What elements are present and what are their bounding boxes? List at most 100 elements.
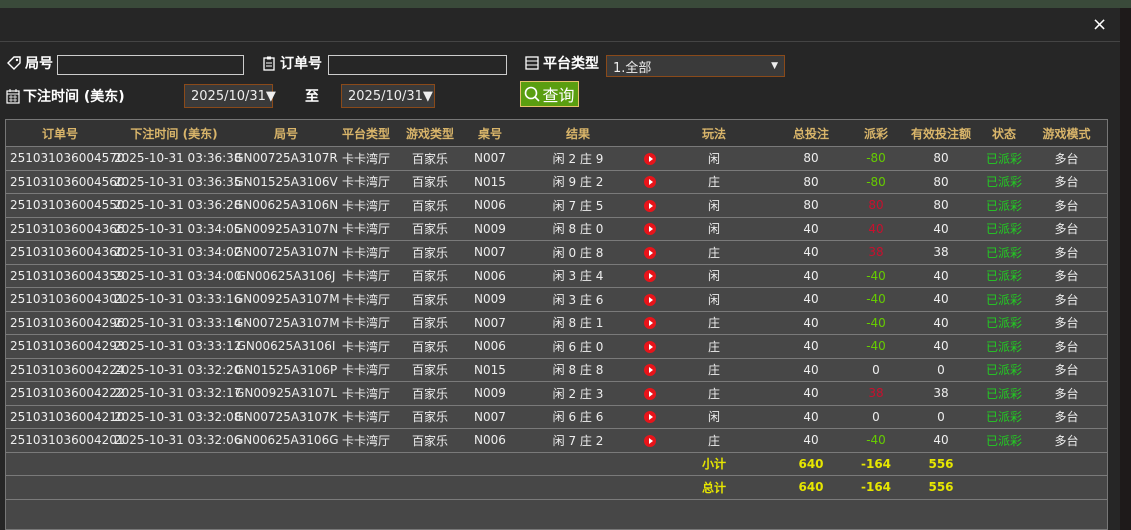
cell-table-no: N006 xyxy=(466,263,514,288)
play-video-icon[interactable] xyxy=(644,434,656,447)
cell-valid-bet: 40 xyxy=(900,263,982,288)
cell-platform: 卡卡湾厅 xyxy=(338,169,394,194)
cell-payout: -80 xyxy=(852,169,900,194)
cell-bet-type: 庄 xyxy=(658,357,770,382)
cell-round-no: GN00725A3107M xyxy=(234,310,340,335)
table-row: 251031036004301 2025-10-31 03:33:16 GN0092… xyxy=(6,287,1107,311)
cell-valid-bet: 38 xyxy=(900,381,982,405)
column-header-status: 状态 xyxy=(982,120,1026,147)
column-header-bet-type: 玩法 xyxy=(658,120,770,147)
play-video-icon[interactable] xyxy=(644,270,656,283)
cell-bet-type: 庄 xyxy=(658,310,770,335)
replay-cell xyxy=(642,334,658,358)
cell-order-no: 251031036004360 xyxy=(6,240,125,264)
cell-valid-bet: 80 xyxy=(900,169,982,194)
cell-total-bet: 40 xyxy=(770,334,852,358)
replay-cell xyxy=(642,357,658,382)
cell-bet-type: 庄 xyxy=(658,240,770,264)
cell-table-no: N006 xyxy=(466,428,514,452)
cell-total-bet: 40 xyxy=(770,381,852,405)
cell-total-bet: 40 xyxy=(770,263,852,288)
cell-game-mode: 多台 xyxy=(1026,287,1107,311)
table-row: 251031036004570 2025-10-31 03:36:38 GN0072… xyxy=(6,146,1107,170)
platform-select[interactable]: 1.全部 ▼ xyxy=(606,55,785,77)
cell-bet-time: 2025-10-31 03:36:28 xyxy=(114,193,241,217)
cell-game-type: 百家乐 xyxy=(394,334,466,358)
cell-order-no: 251031036004201 xyxy=(6,428,125,452)
play-video-icon[interactable] xyxy=(644,199,656,212)
date-to-picker[interactable]: 2025/10/31▼ xyxy=(341,84,435,108)
cell-game-type: 百家乐 xyxy=(394,310,466,335)
play-video-icon[interactable] xyxy=(644,340,656,353)
cell-result: 闲 9 庄 2 xyxy=(514,169,642,194)
column-header-platform: 平台类型 xyxy=(338,120,394,147)
table-row: 251031036004222 2025-10-31 03:32:17 GN0092… xyxy=(6,381,1107,405)
cell-round-no: GN00625A3106J xyxy=(234,263,338,288)
cell-round-no: GN00925A3107L xyxy=(234,381,338,405)
date-from-picker[interactable]: 2025/10/31▼ xyxy=(184,84,276,108)
cell-round-no: GN00625A3106I xyxy=(234,334,338,358)
cell-bet-type: 闲 xyxy=(658,263,770,288)
cell-platform: 卡卡湾厅 xyxy=(338,310,394,335)
replay-cell xyxy=(642,287,658,311)
cell-payout: -40 xyxy=(852,263,900,288)
cell-game-type: 百家乐 xyxy=(394,240,466,264)
cell-round-no: GN00725A3107N xyxy=(234,240,338,264)
play-video-icon[interactable] xyxy=(644,223,656,236)
cell-result: 闲 3 庄 4 xyxy=(514,263,642,288)
play-video-icon[interactable] xyxy=(644,293,656,306)
empty-cell xyxy=(234,475,338,499)
cell-bet-time: 2025-10-31 03:32:06 xyxy=(114,428,241,452)
table-header: 订单号 下注时间 (美东) 局号 平台类型 游戏类型 桌号 结果 玩法 总投注 派彩 有效投注额 状态… xyxy=(6,120,1107,147)
round-input[interactable] xyxy=(57,55,244,75)
empty-cell xyxy=(394,475,466,499)
play-video-icon[interactable] xyxy=(644,364,656,377)
cell-total-bet: 40 xyxy=(770,216,852,241)
empty-cell xyxy=(1026,475,1107,499)
column-header-payout: 派彩 xyxy=(852,120,900,147)
cell-bet-time: 2025-10-31 03:33:16 xyxy=(114,287,241,311)
subtotal-row-label: 小计 xyxy=(658,451,770,476)
total-row-valid-bet: 556 xyxy=(900,475,982,499)
play-video-icon[interactable] xyxy=(644,246,656,259)
cell-game-mode: 多台 xyxy=(1026,428,1107,452)
cell-result: 闲 7 庄 5 xyxy=(514,193,642,217)
order-input[interactable] xyxy=(328,55,507,75)
cell-game-mode: 多台 xyxy=(1026,146,1107,170)
close-button[interactable]: × xyxy=(1092,14,1107,35)
query-button[interactable]: 查询 xyxy=(520,81,579,107)
table-row: 251031036004296 2025-10-31 03:33:14 GN0072… xyxy=(6,310,1107,335)
cell-order-no: 251031036004560 xyxy=(6,169,125,194)
cell-order-no: 251031036004359 xyxy=(6,263,125,288)
replay-cell xyxy=(642,310,658,335)
play-video-icon[interactable] xyxy=(644,317,656,330)
play-video-icon[interactable] xyxy=(644,411,656,424)
cell-game-type: 百家乐 xyxy=(394,146,466,170)
cell-order-no: 251031036004296 xyxy=(6,310,125,335)
cell-platform: 卡卡湾厅 xyxy=(338,381,394,405)
table-row: 251031036004360 2025-10-31 03:34:02 GN0072… xyxy=(6,240,1107,264)
cell-valid-bet: 80 xyxy=(900,146,982,170)
background-game xyxy=(0,0,1131,8)
cell-game-mode: 多台 xyxy=(1026,381,1107,405)
cell-payout: 40 xyxy=(852,216,900,241)
replay-cell xyxy=(642,263,658,288)
cell-table-no: N007 xyxy=(466,310,514,335)
play-video-icon[interactable] xyxy=(644,176,656,189)
cell-game-mode: 多台 xyxy=(1026,334,1107,358)
cell-table-no: N007 xyxy=(466,404,514,429)
play-video-icon[interactable] xyxy=(644,152,656,165)
cell-result: 闲 8 庄 0 xyxy=(514,216,642,241)
cell-round-no: GN01525A3106P xyxy=(234,357,338,382)
replay-cell xyxy=(642,146,658,170)
table-row: 251031036004201 2025-10-31 03:32:06 GN0062… xyxy=(6,428,1107,452)
column-header-result: 结果 xyxy=(514,120,642,147)
play-video-icon[interactable] xyxy=(644,387,656,400)
empty-cell xyxy=(982,475,1026,499)
empty-cell xyxy=(114,451,234,476)
cell-payout: 0 xyxy=(852,404,900,429)
cell-bet-type: 闲 xyxy=(658,287,770,311)
cell-result: 闲 6 庄 6 xyxy=(514,404,642,429)
cell-payout: -40 xyxy=(852,287,900,311)
cell-platform: 卡卡湾厅 xyxy=(338,357,394,382)
